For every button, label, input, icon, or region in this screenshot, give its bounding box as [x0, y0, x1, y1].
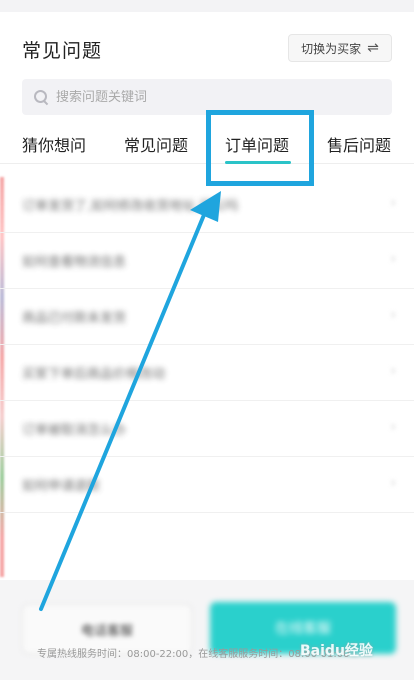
pointer-arrow — [39, 191, 221, 611]
arrow-shaft — [39, 208, 208, 611]
arrow-head — [190, 191, 221, 222]
